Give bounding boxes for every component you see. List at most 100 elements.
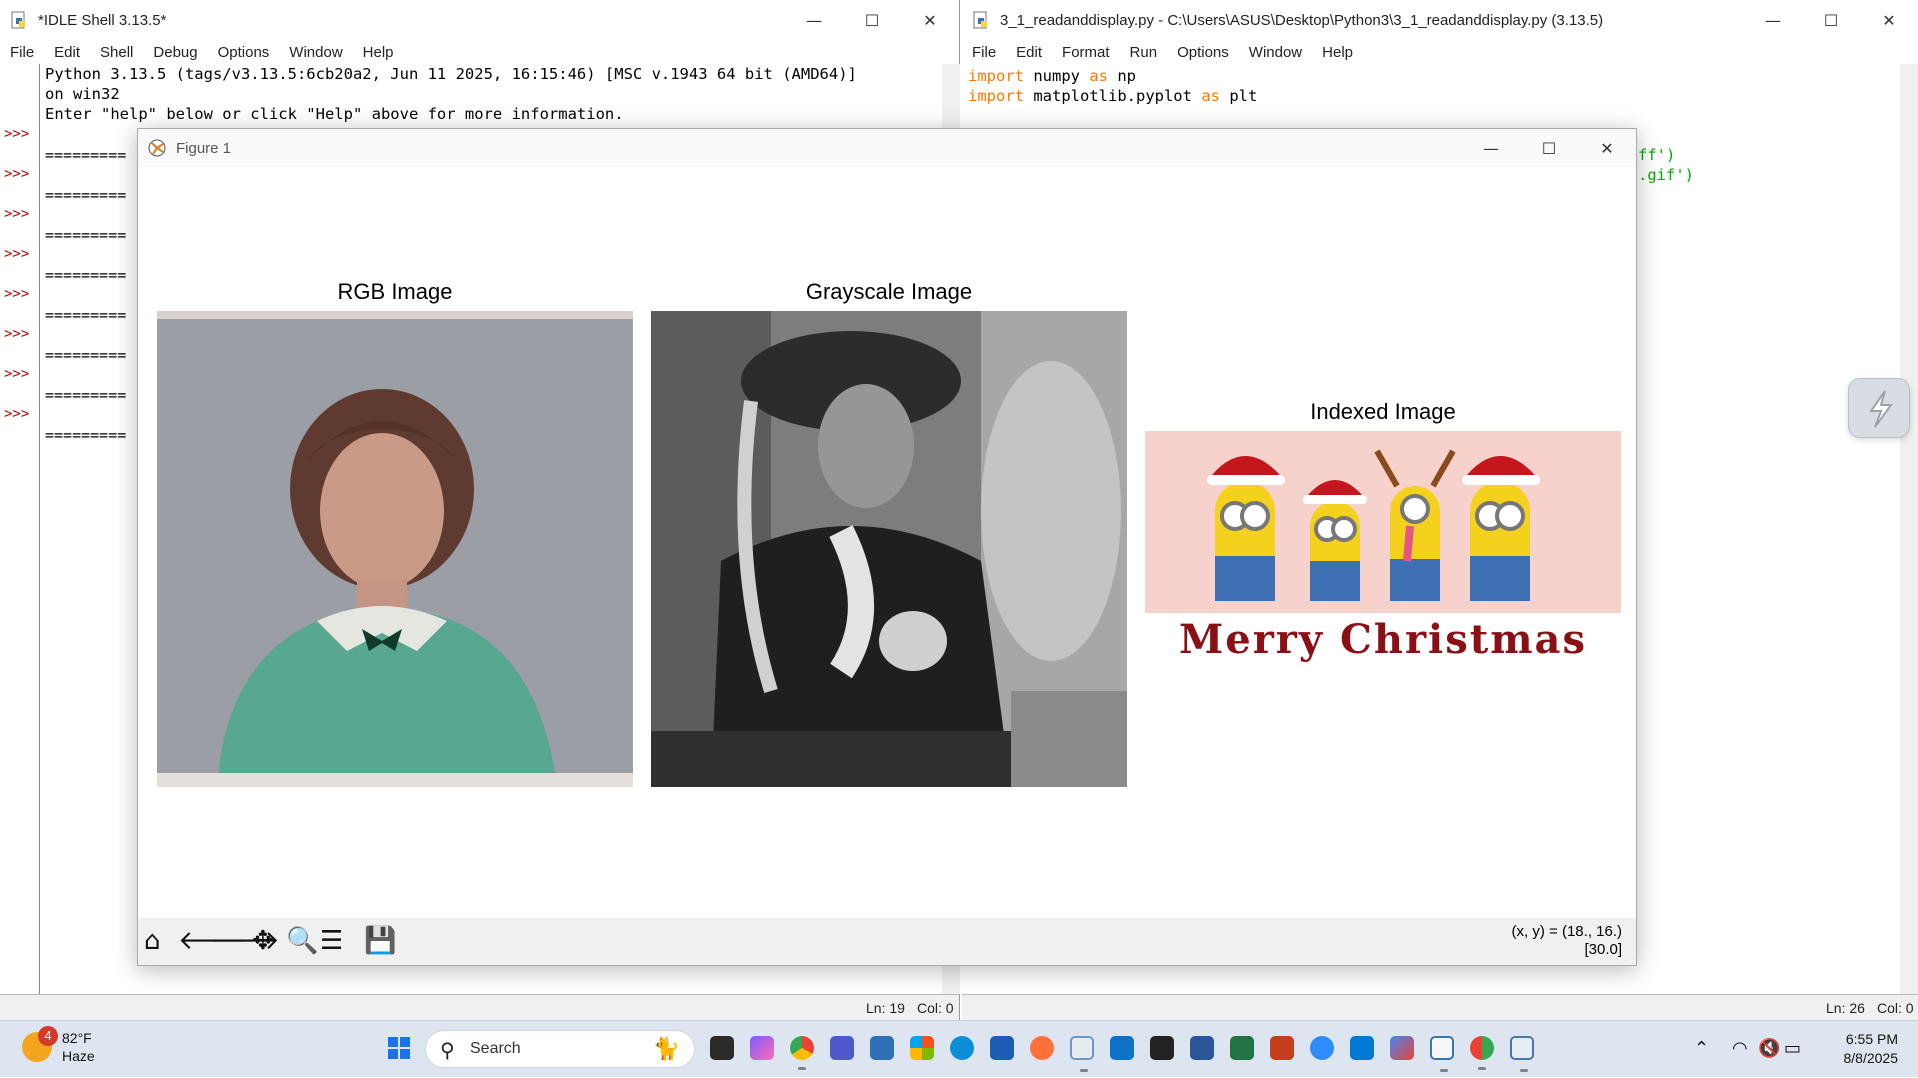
- minimize-button[interactable]: —: [1462, 139, 1520, 158]
- battery-icon[interactable]: ▭: [1784, 1038, 1801, 1059]
- chrome-icon[interactable]: [790, 1036, 814, 1070]
- volume-muted-icon[interactable]: 🔇: [1758, 1038, 1780, 1059]
- axes-title-rgb: RGB Image: [337, 279, 453, 304]
- menu-options[interactable]: Options: [1167, 44, 1239, 61]
- clock-time: 6:55 PM: [1845, 1031, 1898, 1047]
- lightning-icon: [1869, 390, 1893, 428]
- shell-prompt: >>>: [4, 286, 30, 302]
- menu-edit[interactable]: Edit: [44, 44, 90, 61]
- whiteboard-icon[interactable]: [990, 1036, 1014, 1060]
- firefox-icon[interactable]: [1030, 1036, 1054, 1060]
- shell-prompt: >>>: [4, 126, 30, 142]
- code-fragment: .gif'): [1638, 166, 1694, 184]
- shell-title: *IDLE Shell 3.13.5*: [38, 11, 167, 29]
- coords-xy: (x, y) = (18., 16.): [1511, 923, 1622, 940]
- powerpoint-icon[interactable]: [1270, 1036, 1294, 1060]
- save-icon[interactable]: 💾: [364, 928, 396, 954]
- zoom-icon[interactable]: 🔍: [286, 928, 318, 954]
- outlook-icon[interactable]: [1350, 1036, 1374, 1060]
- snipping-tool-icon[interactable]: [1070, 1036, 1094, 1072]
- shell-prompt: >>>: [4, 246, 30, 262]
- side-widget-button[interactable]: [1848, 378, 1910, 438]
- menu-run[interactable]: Run: [1120, 44, 1168, 61]
- task-view-icon[interactable]: [710, 1036, 734, 1060]
- menu-help[interactable]: Help: [1312, 44, 1363, 61]
- shell-statusbar: Ln: 19 Col: 0: [0, 994, 959, 1020]
- editor-scrollbar[interactable]: [1900, 64, 1918, 994]
- editor-menubar: File Edit Format Run Options Window Help: [962, 40, 1918, 64]
- menu-options[interactable]: Options: [208, 44, 280, 61]
- clock[interactable]: 6:55 PM 8/8/2025: [1844, 1030, 1899, 1068]
- minimize-button[interactable]: —: [785, 11, 843, 30]
- menu-window[interactable]: Window: [1239, 44, 1312, 61]
- minion-figure: [1207, 456, 1285, 601]
- pan-icon[interactable]: ✥: [252, 928, 274, 954]
- close-button[interactable]: ✕: [1860, 11, 1918, 30]
- maximize-button[interactable]: ☐: [1520, 139, 1578, 158]
- restart-separator: =========: [45, 306, 127, 324]
- menu-window[interactable]: Window: [279, 44, 352, 61]
- chevron-up-icon[interactable]: ⌃: [1694, 1038, 1709, 1059]
- banner-line: Python 3.13.5 (tags/v3.13.5:6cb20a2, Jun…: [45, 65, 857, 83]
- photos-icon[interactable]: [870, 1036, 894, 1060]
- edge-icon[interactable]: [950, 1036, 974, 1060]
- axes-title-grayscale: Grayscale Image: [805, 279, 973, 304]
- shell-prompt: >>>: [4, 206, 30, 222]
- code-line: import numpy as np: [968, 67, 1136, 85]
- restart-separator: =========: [45, 186, 127, 204]
- matplotlib-figure-window: Figure 1 — ☐ ✕ RGB Image Grayscale Image…: [137, 128, 1637, 966]
- close-button[interactable]: ✕: [901, 11, 959, 30]
- wifi-icon[interactable]: ◠: [1732, 1038, 1748, 1059]
- idle-icon[interactable]: [1430, 1036, 1454, 1072]
- editor-titlebar: 3_1_readanddisplay.py - C:\Users\ASUS\De…: [962, 0, 1918, 40]
- word-icon[interactable]: [1190, 1036, 1214, 1060]
- configure-icon[interactable]: ☰: [320, 928, 343, 954]
- terminal-icon[interactable]: [1150, 1036, 1174, 1060]
- menu-help[interactable]: Help: [353, 44, 404, 61]
- taskbar: 4 82°F Haze ⚲ Search 🐈 ⌃ ◠ 🔇 ▭ 6:55 PM 8…: [0, 1020, 1918, 1077]
- code-line: import matplotlib.pyplot as plt: [968, 87, 1258, 105]
- shell-prompt: >>>: [4, 406, 30, 422]
- indexed-image: Merry Christmas: [1145, 431, 1621, 669]
- restart-separator: =========: [45, 146, 127, 164]
- taskbar-search[interactable]: ⚲ Search 🐈: [425, 1030, 695, 1068]
- minions-illustration: [1145, 431, 1621, 613]
- zoom-app-icon[interactable]: [1310, 1036, 1334, 1060]
- prompt-sidebar: >>> >>> >>> >>> >>> >>> >>> >>>: [0, 64, 40, 994]
- python-figure-icon[interactable]: [1510, 1036, 1534, 1072]
- menu-format[interactable]: Format: [1052, 44, 1120, 61]
- banner-line: Enter "help" below or click "Help" above…: [45, 105, 624, 123]
- coords-value: [30.0]: [1584, 941, 1622, 958]
- excel-icon[interactable]: [1230, 1036, 1254, 1060]
- restart-separator: =========: [45, 386, 127, 404]
- home-icon[interactable]: ⌂: [144, 928, 161, 954]
- figure-canvas[interactable]: RGB Image Grayscale Image Indexed Image …: [138, 167, 1636, 919]
- menu-file[interactable]: File: [962, 44, 1006, 61]
- start-button[interactable]: [388, 1037, 410, 1059]
- minimize-button[interactable]: —: [1744, 11, 1802, 30]
- banner-line: on win32: [45, 85, 120, 103]
- menu-file[interactable]: File: [0, 44, 44, 61]
- teams-icon[interactable]: [830, 1036, 854, 1060]
- close-button[interactable]: ✕: [1578, 139, 1636, 158]
- menu-shell[interactable]: Shell: [90, 44, 143, 61]
- weather-sun-icon: 4: [22, 1026, 58, 1062]
- rgb-photo-woman: [157, 311, 633, 787]
- figure-toolbar: ⌂ 🡐 🡒 ✥ 🔍 ☰ 💾 (x, y) = (18., 16.) [30.0]: [138, 918, 1636, 965]
- search-label: Search: [470, 1040, 521, 1057]
- rgb-image: [157, 311, 633, 787]
- maximize-button[interactable]: ☐: [1802, 11, 1860, 30]
- line-number: Ln: 26: [1826, 1000, 1865, 1016]
- copilot-icon[interactable]: [750, 1036, 774, 1060]
- vscode-icon[interactable]: [1110, 1036, 1134, 1060]
- weather-widget[interactable]: 4 82°F Haze: [22, 1026, 95, 1065]
- gemini-icon[interactable]: [1390, 1036, 1414, 1060]
- line-number: Ln: 19: [866, 1000, 905, 1016]
- chrome-profile-icon[interactable]: [1470, 1036, 1494, 1070]
- column-number: Col: 0: [917, 1000, 954, 1016]
- menu-debug[interactable]: Debug: [143, 44, 207, 61]
- shell-prompt: >>>: [4, 366, 30, 382]
- maximize-button[interactable]: ☐: [843, 11, 901, 30]
- menu-edit[interactable]: Edit: [1006, 44, 1052, 61]
- store-icon[interactable]: [910, 1036, 934, 1060]
